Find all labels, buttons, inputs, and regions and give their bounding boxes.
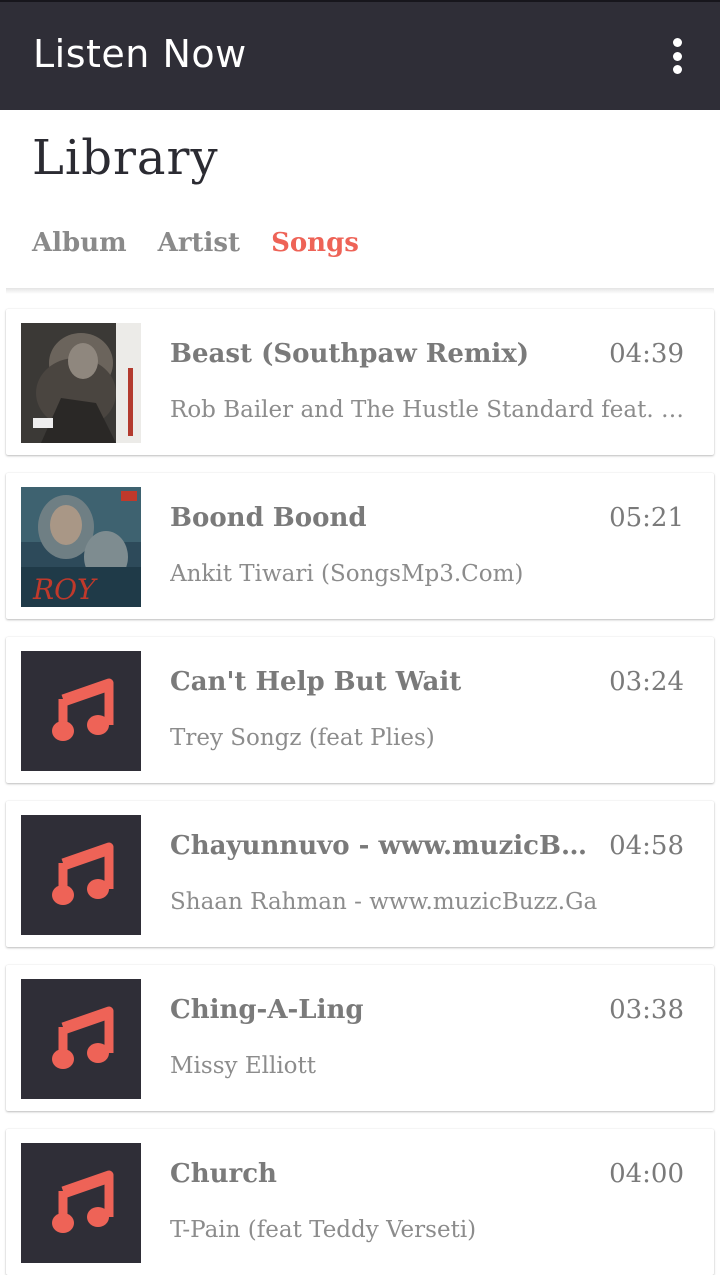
song-artist: Trey Songz (feat Plies) xyxy=(170,725,435,751)
song-title: Can't Help But Wait xyxy=(170,667,462,697)
song-artist: Shaan Rahman - www.muzicBuzz.Ga xyxy=(170,889,598,915)
song-duration: 04:58 xyxy=(609,831,684,861)
song-card[interactable]: Church 04:00 T-Pain (feat Teddy Verseti) xyxy=(6,1129,714,1275)
app-bar-title: Listen Now xyxy=(33,32,247,76)
tab-artist[interactable]: Artist xyxy=(158,228,240,258)
overflow-dot xyxy=(672,51,682,61)
music-note-icon xyxy=(21,1143,141,1263)
song-card[interactable]: ROY Boond Boond 05:21 Ankit Tiwari (Song… xyxy=(6,473,714,619)
album-art-southpaw xyxy=(21,323,141,443)
song-duration: 03:24 xyxy=(609,667,684,697)
song-card[interactable]: Can't Help But Wait 03:24 Trey Songz (fe… xyxy=(6,637,714,783)
library-header: Library Album Artist Songs xyxy=(0,110,720,290)
song-title: Beast (Southpaw Remix) xyxy=(170,339,530,369)
song-card[interactable]: Beast (Southpaw Remix) 04:39 Rob Bailer … xyxy=(6,309,714,455)
song-title: Chayunnuvo - www.muzicBuzz.Ga xyxy=(170,831,600,861)
song-card[interactable]: Chayunnuvo - www.muzicBuzz.Ga 04:58 Shaa… xyxy=(6,801,714,947)
song-duration: 03:38 xyxy=(609,995,684,1025)
song-duration: 04:39 xyxy=(609,339,684,369)
overflow-menu-icon[interactable] xyxy=(660,34,694,78)
music-note-icon xyxy=(21,979,141,1099)
overflow-dot xyxy=(672,65,682,74)
song-card[interactable]: Ching-A-Ling 03:38 Missy Elliott xyxy=(6,965,714,1111)
song-duration: 04:00 xyxy=(609,1159,684,1189)
header-divider xyxy=(6,288,714,294)
song-artist: Rob Bailer and The Hustle Standard feat.… xyxy=(170,397,695,423)
tab-album[interactable]: Album xyxy=(32,228,127,258)
song-artist: T-Pain (feat Teddy Verseti) xyxy=(170,1217,477,1243)
music-note-icon xyxy=(21,815,141,935)
overflow-dot xyxy=(672,38,682,47)
song-title: Boond Boond xyxy=(170,503,367,533)
svg-text:ROY: ROY xyxy=(32,573,98,606)
song-artist: Ankit Tiwari (SongsMp3.Com) xyxy=(170,561,524,587)
library-tabs: Album Artist Songs xyxy=(32,228,359,258)
page-title: Library xyxy=(32,130,219,186)
music-note-icon xyxy=(21,651,141,771)
app-bar: Listen Now xyxy=(0,0,720,110)
song-title: Ching-A-Ling xyxy=(170,995,364,1025)
song-title: Church xyxy=(170,1159,277,1189)
song-artist: Missy Elliott xyxy=(170,1053,317,1079)
tab-songs[interactable]: Songs xyxy=(271,228,359,258)
album-art-roy: ROY xyxy=(21,487,141,607)
song-duration: 05:21 xyxy=(609,503,684,533)
